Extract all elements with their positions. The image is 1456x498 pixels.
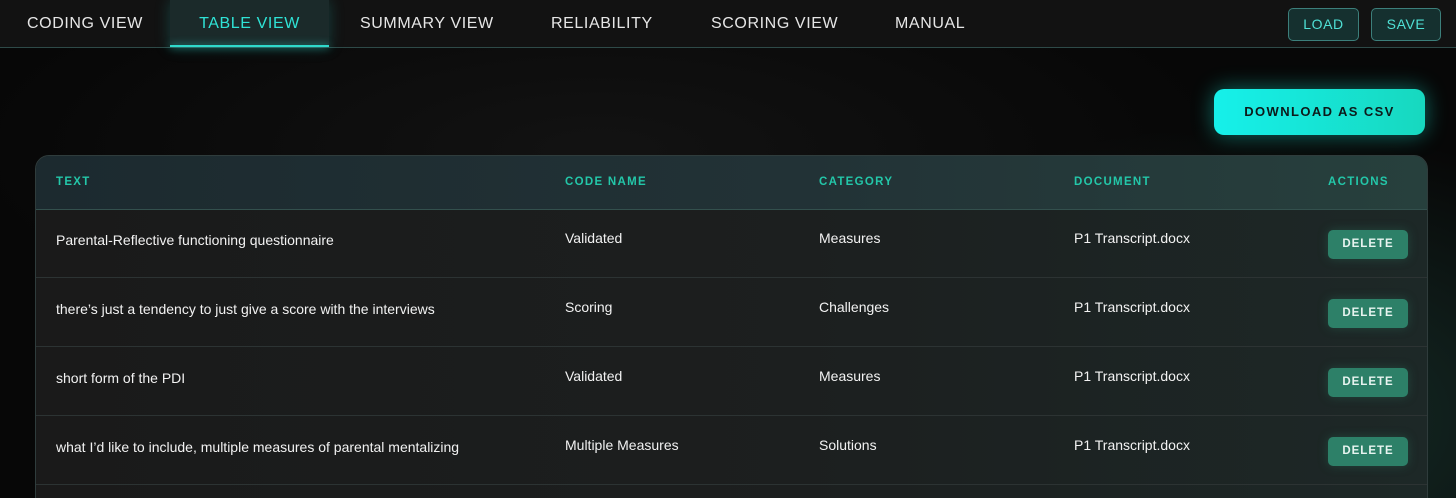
table-row: there’s just a tendency to just give a s… [36,278,1427,347]
cell-category: Solutions [819,437,877,453]
header-document: DOCUMENT [1074,176,1151,188]
header-actions: ACTIONS [1328,176,1389,188]
header-text: TEXT [56,176,91,188]
tab-manual[interactable]: MANUAL [895,0,965,47]
tab-coding-view[interactable]: CODING VIEW [27,0,143,47]
tab-table-view[interactable]: TABLE VIEW [170,0,329,47]
header-category: CATEGORY [819,176,894,188]
cell-category: Challenges [819,299,890,315]
cell-category: Measures [819,230,881,246]
save-button[interactable]: SAVE [1371,8,1441,41]
tab-reliability[interactable]: RELIABILITY [551,0,653,47]
cell-document: P1 Transcript.docx [1074,299,1190,315]
download-csv-button[interactable]: DOWNLOAD AS CSV [1214,89,1425,135]
cell-document: P1 Transcript.docx [1074,368,1190,384]
codes-table: TEXT CODE NAME CATEGORY DOCUMENT ACTIONS… [35,155,1428,498]
table-header: TEXT CODE NAME CATEGORY DOCUMENT ACTIONS [36,156,1427,210]
cell-code-name: Validated [565,368,623,384]
cell-code-name: Validated [565,230,623,246]
top-navigation: CODING VIEW TABLE VIEW SUMMARY VIEW RELI… [0,0,1456,48]
table-row: what I’d like to include, multiple measu… [36,416,1427,485]
delete-button[interactable]: DELETE [1328,368,1408,397]
cell-category: Measures [819,368,881,384]
cell-text: what I’d like to include, multiple measu… [56,439,460,455]
tab-scoring-view[interactable]: SCORING VIEW [711,0,838,47]
delete-button[interactable]: DELETE [1328,230,1408,259]
cell-document: P1 Transcript.docx [1074,437,1190,453]
tab-summary-view[interactable]: SUMMARY VIEW [360,0,494,47]
header-code-name: CODE NAME [565,176,647,188]
load-button[interactable]: LOAD [1288,8,1359,41]
cell-text: Parental-Reflective functioning question… [56,232,334,248]
table-row: short form of the PDI Validated Measures… [36,347,1427,416]
table-row: Parental-Reflective functioning question… [36,209,1427,278]
cell-code-name: Scoring [565,299,613,315]
cell-text: short form of the PDI [56,370,186,386]
cell-document: P1 Transcript.docx [1074,230,1190,246]
delete-button[interactable]: DELETE [1328,437,1408,466]
delete-button[interactable]: DELETE [1328,299,1408,328]
cell-code-name: Multiple Measures [565,437,679,453]
cell-text: there’s just a tendency to just give a s… [56,301,435,317]
